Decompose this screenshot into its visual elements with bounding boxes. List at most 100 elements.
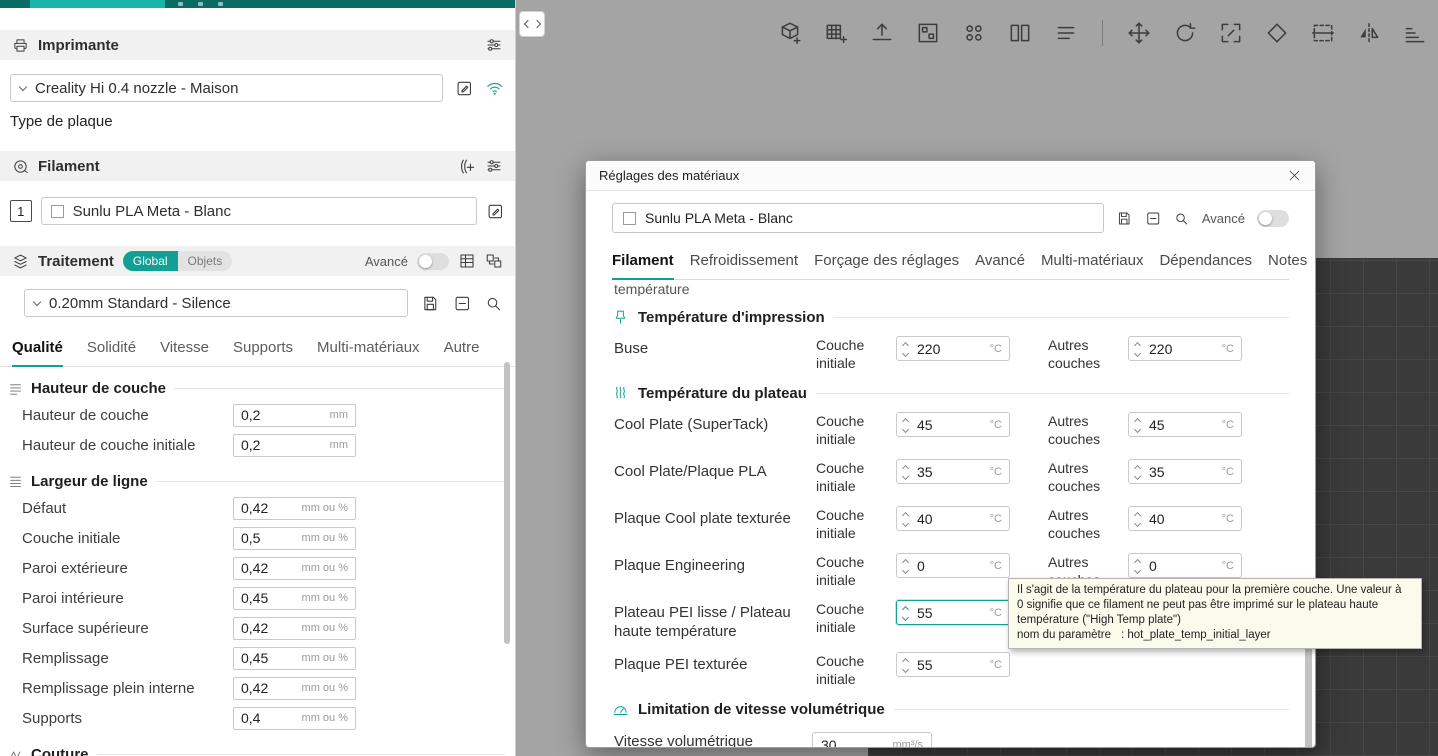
param-table-icon[interactable] bbox=[458, 252, 476, 270]
tab-advanced[interactable]: Avancé bbox=[975, 248, 1025, 279]
layer-height-input[interactable]: 0,2 mm bbox=[233, 403, 356, 427]
cool-plate-supertack-first-input[interactable]: 45 °C bbox=[896, 412, 1010, 437]
tab-multimaterial[interactable]: Multi-matériaux bbox=[317, 333, 420, 366]
transfer-settings-icon[interactable] bbox=[485, 252, 503, 270]
volumetric-speed-input[interactable]: 30 mm³/s bbox=[812, 732, 932, 747]
tab-dependencies[interactable]: Dépendances bbox=[1159, 248, 1252, 279]
tab-quality[interactable]: Qualité bbox=[12, 333, 63, 367]
spinner-arrows[interactable] bbox=[1133, 417, 1142, 433]
auto-orient-icon[interactable] bbox=[867, 17, 897, 49]
rotate-icon[interactable] bbox=[1170, 17, 1200, 49]
delete-preset-icon[interactable] bbox=[453, 294, 472, 313]
add-plate-icon[interactable] bbox=[821, 17, 851, 49]
search-filament-icon[interactable] bbox=[1173, 209, 1189, 228]
cut-icon[interactable] bbox=[1308, 17, 1338, 49]
filament-preset-dropdown[interactable]: Sunlu PLA Meta - Blanc bbox=[40, 197, 478, 225]
filament-settings-icon[interactable] bbox=[485, 157, 503, 175]
setting-value: 0,42 bbox=[241, 620, 269, 636]
tab-notes[interactable]: Notes bbox=[1268, 248, 1307, 279]
scope-objects[interactable]: Objets bbox=[177, 251, 233, 271]
filament-index-badge[interactable]: 1 bbox=[10, 200, 32, 222]
clone-icon[interactable] bbox=[959, 17, 989, 49]
tab-setting-overrides[interactable]: Forçage des réglages bbox=[814, 248, 959, 279]
split-to-objects-icon[interactable] bbox=[1005, 17, 1035, 49]
spinner-arrows[interactable] bbox=[1133, 464, 1142, 480]
tab-speed[interactable]: Vitesse bbox=[160, 333, 209, 366]
textured-pei-plate-first-input[interactable]: 55 °C bbox=[896, 652, 1010, 677]
variable-layer-height-icon[interactable] bbox=[1400, 17, 1430, 49]
tab-other[interactable]: Autre bbox=[444, 333, 480, 366]
spinner-arrows[interactable] bbox=[901, 464, 910, 480]
line-width-default-input[interactable]: 0,42 mm ou % bbox=[233, 496, 356, 520]
tab-strip-icon[interactable] bbox=[218, 2, 223, 6]
spinner-arrows[interactable] bbox=[901, 341, 910, 357]
move-icon[interactable] bbox=[1124, 17, 1154, 49]
spinner-arrows[interactable] bbox=[901, 605, 910, 621]
edit-filament-icon[interactable] bbox=[486, 202, 505, 221]
bed-temp-row: Plaque Cool plate texturée Couche initia… bbox=[614, 506, 1289, 542]
add-filament-icon[interactable] bbox=[457, 157, 476, 176]
spinner-arrows[interactable] bbox=[1133, 341, 1142, 357]
tab-filament[interactable]: Filament bbox=[612, 248, 674, 280]
panel-scrollbar-thumb[interactable] bbox=[504, 362, 510, 644]
other-layers-col-label: Autres couches bbox=[1048, 507, 1101, 541]
line-width-top-surface-input[interactable]: 0,42 mm ou % bbox=[233, 616, 356, 640]
line-width-infill-input[interactable]: 0,45 mm ou % bbox=[233, 646, 356, 670]
printer-preset-dropdown[interactable]: Creality Hi 0.4 nozzle - Maison bbox=[10, 74, 443, 102]
sidebar-collapse-button[interactable] bbox=[519, 11, 545, 37]
scope-switch[interactable]: Global Objets bbox=[122, 251, 233, 271]
initial-layer-height-input[interactable]: 0,2 mm bbox=[233, 433, 356, 457]
tab-strip-icon[interactable] bbox=[198, 2, 203, 6]
process-preset-dropdown[interactable]: 0.20mm Standard - Silence bbox=[24, 289, 409, 317]
close-icon[interactable] bbox=[1287, 168, 1302, 183]
line-width-support-input[interactable]: 0,4 mm ou % bbox=[233, 706, 356, 730]
line-width-solid-infill-input[interactable]: 0,42 mm ou % bbox=[233, 676, 356, 700]
spinner-arrows[interactable] bbox=[901, 417, 910, 433]
cool-plate-pla-other-input[interactable]: 35 °C bbox=[1128, 459, 1242, 484]
tab-multimaterial[interactable]: Multi-matériaux bbox=[1041, 248, 1144, 279]
advanced-toggle[interactable] bbox=[417, 252, 449, 270]
high-temp-plate-first-input[interactable]: 55 °C bbox=[896, 600, 1010, 625]
arrange-icon[interactable] bbox=[913, 17, 943, 49]
spinner-arrows[interactable] bbox=[1133, 558, 1142, 574]
nozzle-temp-other-input[interactable]: 220 °C bbox=[1128, 336, 1242, 361]
cool-plate-supertack-other-input[interactable]: 45 °C bbox=[1128, 412, 1242, 437]
tab-strength[interactable]: Solidité bbox=[87, 333, 136, 366]
textured-cool-plate-first-input[interactable]: 40 °C bbox=[896, 506, 1010, 531]
line-width-first-layer-input[interactable]: 0,5 mm ou % bbox=[233, 526, 356, 550]
cool-plate-pla-first-input[interactable]: 35 °C bbox=[896, 459, 1010, 484]
spinner-arrows[interactable] bbox=[901, 511, 910, 527]
nozzle-temp-first-input[interactable]: 220 °C bbox=[896, 336, 1010, 361]
active-window-tab[interactable] bbox=[30, 0, 165, 8]
textured-cool-plate-other-input[interactable]: 40 °C bbox=[1128, 506, 1242, 531]
seam-section-header: Couture bbox=[8, 746, 505, 756]
lay-flat-icon[interactable] bbox=[1262, 17, 1292, 49]
scale-icon[interactable] bbox=[1216, 17, 1246, 49]
scope-global[interactable]: Global bbox=[122, 251, 178, 271]
search-settings-icon[interactable] bbox=[484, 294, 503, 313]
line-width-outer-wall-input[interactable]: 0,42 mm ou % bbox=[233, 556, 356, 580]
save-preset-icon[interactable] bbox=[421, 294, 440, 313]
printer-section-title: Imprimante bbox=[38, 36, 119, 54]
delete-filament-icon[interactable] bbox=[1145, 209, 1161, 228]
filament-name-field[interactable]: Sunlu PLA Meta - Blanc bbox=[612, 203, 1105, 233]
mirror-icon[interactable] bbox=[1354, 17, 1384, 49]
tab-cooling[interactable]: Refroidissement bbox=[690, 248, 798, 279]
wifi-icon[interactable] bbox=[485, 78, 505, 98]
spinner-arrows[interactable] bbox=[901, 657, 910, 673]
tooltip-param-value: : hot_plate_temp_initial_layer bbox=[1121, 629, 1271, 641]
edit-printer-icon[interactable] bbox=[455, 79, 474, 98]
tab-strip-icon[interactable] bbox=[178, 2, 183, 6]
tab-supports[interactable]: Supports bbox=[233, 333, 293, 366]
dialog-advanced-toggle[interactable] bbox=[1257, 209, 1290, 227]
save-filament-icon[interactable] bbox=[1116, 209, 1132, 228]
printer-settings-icon[interactable] bbox=[485, 36, 503, 54]
line-width-inner-wall-input[interactable]: 0,45 mm ou % bbox=[233, 586, 356, 610]
engineering-plate-other-input[interactable]: 0 °C bbox=[1128, 553, 1242, 578]
add-object-icon[interactable] bbox=[775, 17, 805, 49]
engineering-plate-first-input[interactable]: 0 °C bbox=[896, 553, 1010, 578]
spinner-arrows[interactable] bbox=[1133, 511, 1142, 527]
object-list-icon[interactable] bbox=[1051, 17, 1081, 49]
spinner-arrows[interactable] bbox=[901, 558, 910, 574]
process-section-title: Traitement bbox=[38, 252, 114, 270]
